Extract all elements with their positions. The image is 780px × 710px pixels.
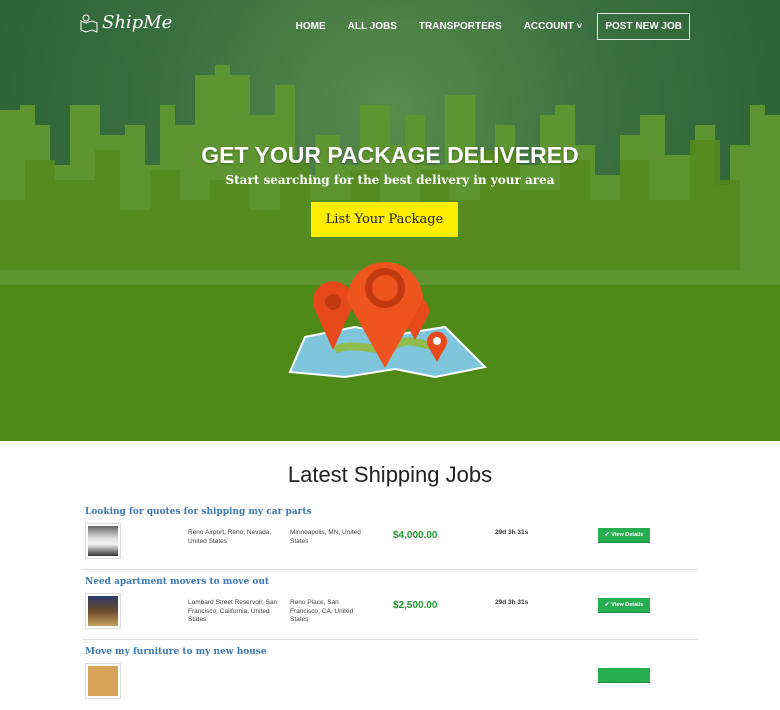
- hero-headline: GET YOUR PACKAGE DELIVERED: [201, 142, 579, 168]
- nav-all-jobs[interactable]: ALL JOBS: [337, 21, 408, 32]
- hero-subheadline: Start searching for the best delivery in…: [225, 173, 555, 187]
- job-thumbnail[interactable]: [85, 593, 121, 629]
- job-thumbnail[interactable]: [85, 523, 121, 559]
- job-title-link[interactable]: Looking for quotes for shipping my car p…: [85, 507, 312, 517]
- nav-home[interactable]: HOME: [285, 21, 337, 32]
- job-to: Minneapolis, MN, United States: [290, 529, 361, 545]
- view-details-button[interactable]: ✔ View Details: [598, 528, 650, 543]
- list-package-button[interactable]: List Your Package: [311, 202, 458, 237]
- job-from: Lombard Street Reservoir, San Francisco,…: [188, 599, 278, 623]
- post-new-job-button[interactable]: POST NEW JOB: [597, 13, 690, 40]
- job-time-left: 29d 3h 31s: [495, 529, 529, 536]
- logo[interactable]: ShipMe: [80, 12, 172, 33]
- job-to: Reno Place, San Francisco, CA, United St…: [290, 599, 354, 623]
- map-pins-illustration: [288, 261, 488, 379]
- job-thumbnail[interactable]: [85, 663, 121, 699]
- job-from: Reno Airport, Reno, Nevada, United State…: [188, 529, 272, 545]
- hero: ShipMe HOME ALL JOBS TRANSPORTERS ACCOUN…: [0, 0, 780, 441]
- check-circle-icon: ✔: [604, 602, 610, 608]
- section-title: Latest Shipping Jobs: [287, 462, 493, 487]
- map-pin-logo-icon: [80, 14, 98, 33]
- main-nav: HOME ALL JOBS TRANSPORTERS ACCOUNT ˅ POS…: [285, 13, 690, 40]
- logo-text: ShipMe: [102, 12, 173, 33]
- job-title-link[interactable]: Need apartment movers to move out: [85, 577, 269, 587]
- nav-transporters[interactable]: TRANSPORTERS: [408, 21, 513, 32]
- job-row: Move my furniture to my new house: [82, 640, 698, 710]
- job-price: $4,000.00: [393, 530, 438, 541]
- job-price: $2,500.00: [393, 600, 438, 611]
- check-circle-icon: ✔: [604, 532, 610, 538]
- job-title-link[interactable]: Move my furniture to my new house: [85, 647, 267, 657]
- job-row: Need apartment movers to move out Lombar…: [82, 570, 698, 640]
- job-time-left: 29d 3h 31s: [495, 599, 529, 606]
- view-details-button[interactable]: ✔ View Details: [598, 598, 650, 613]
- view-details-button[interactable]: [598, 668, 650, 683]
- job-row: Looking for quotes for shipping my car p…: [82, 500, 698, 570]
- nav-account[interactable]: ACCOUNT ˅: [513, 21, 594, 32]
